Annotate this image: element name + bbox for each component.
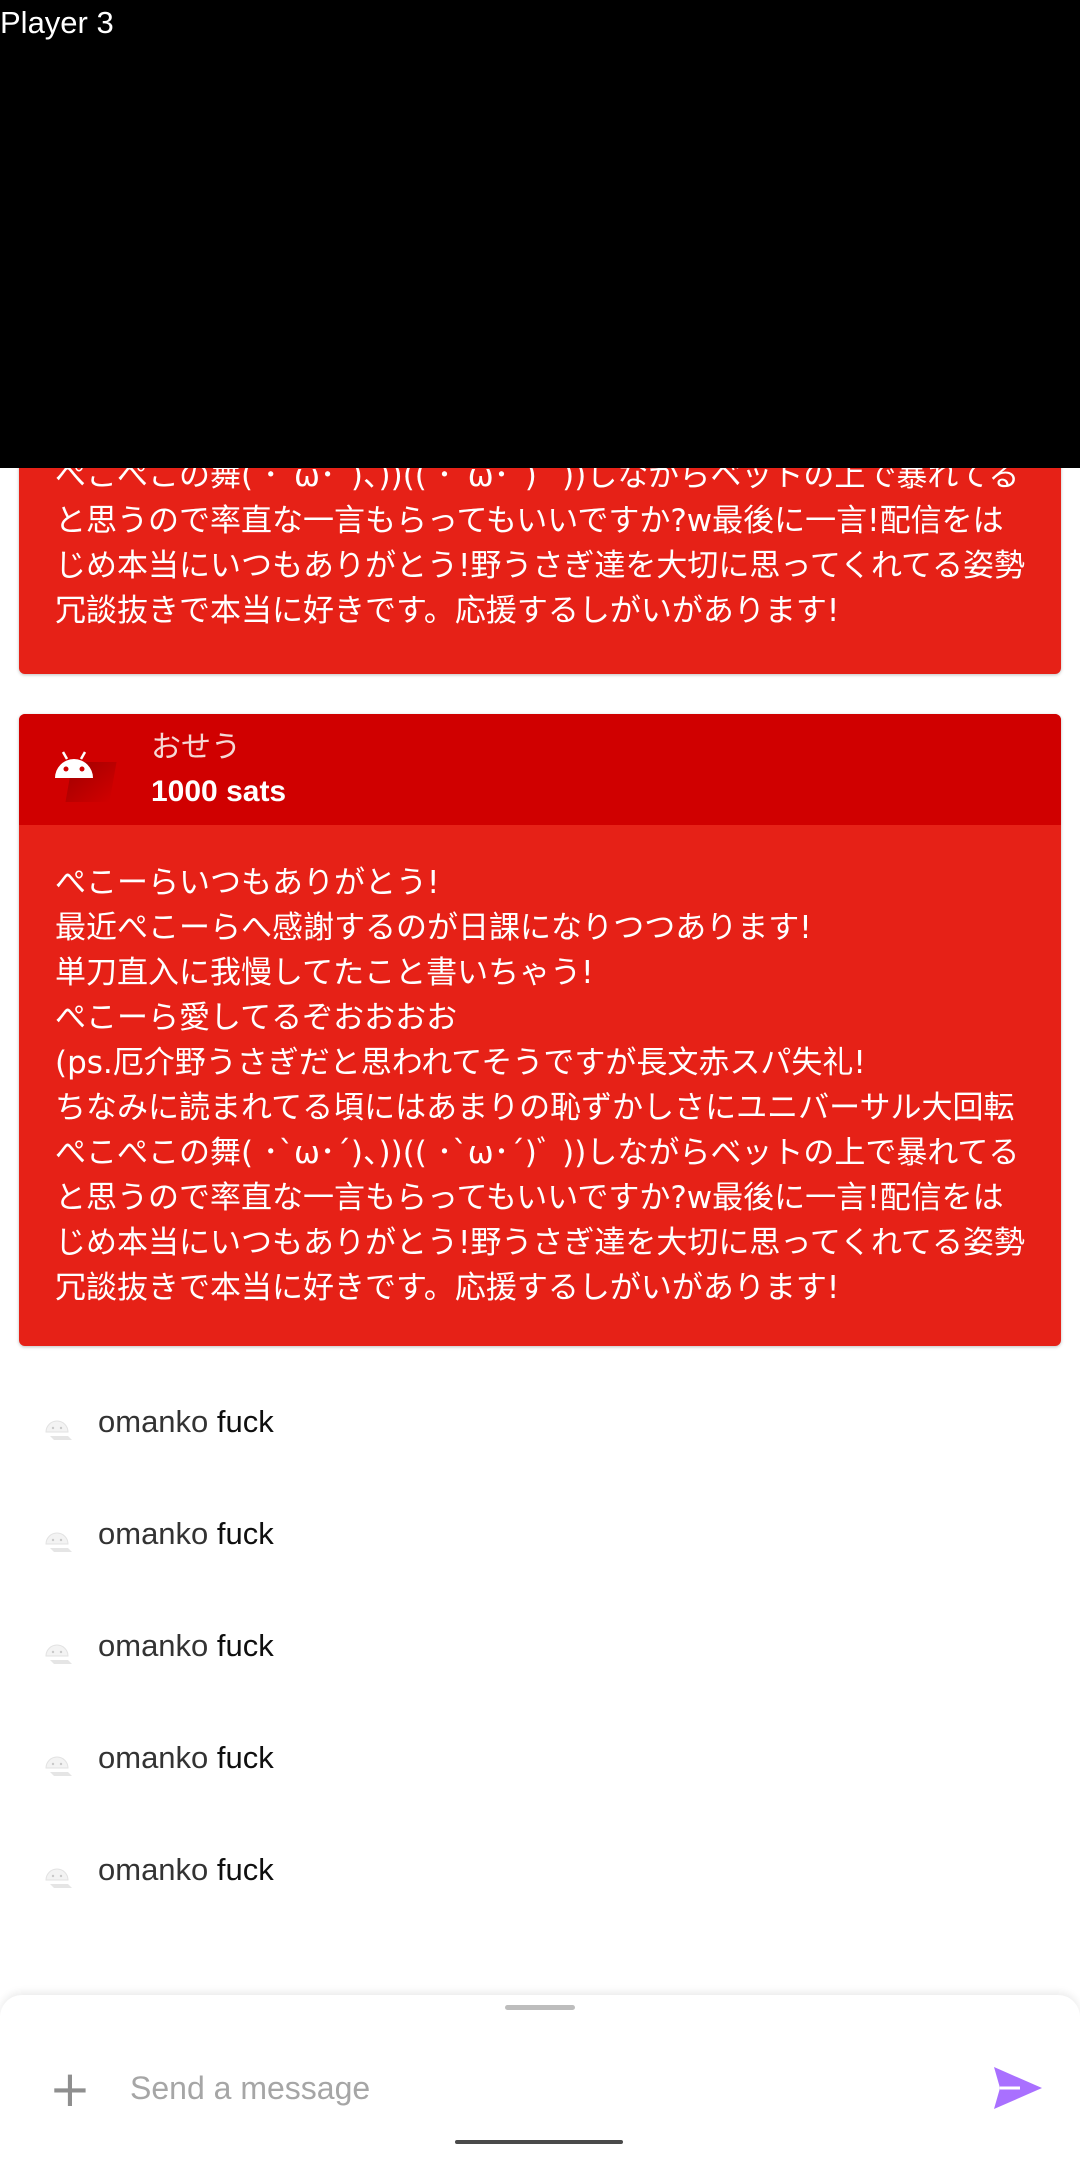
plus-icon[interactable]: + bbox=[44, 2063, 96, 2115]
video-player[interactable]: Player 3 bbox=[0, 0, 1080, 468]
send-icon[interactable] bbox=[990, 2063, 1046, 2113]
android-icon bbox=[45, 1532, 72, 1552]
android-icon bbox=[45, 1420, 72, 1440]
chat-author: omanko bbox=[98, 1740, 209, 1775]
superchat-amount: 1000 sats bbox=[151, 775, 287, 808]
chat-message: omanko fuck bbox=[0, 1394, 1080, 1454]
superchat-card: おせう 1000 sats ぺこーらいつもありがとう! 最近ぺこーらへ感謝するの… bbox=[19, 714, 1061, 1346]
chat-message-text: fuck bbox=[216, 1852, 274, 1887]
chat-message: omanko fuck bbox=[0, 1730, 1080, 1790]
android-icon bbox=[45, 1644, 72, 1664]
android-icon bbox=[45, 1756, 72, 1776]
android-icon bbox=[51, 744, 117, 802]
chat-author: omanko bbox=[98, 1516, 209, 1551]
drag-handle[interactable] bbox=[505, 2005, 575, 2010]
superchat-header: おせう 1000 sats bbox=[19, 714, 1061, 825]
player-label: Player 3 bbox=[0, 5, 114, 40]
chat-author: omanko bbox=[98, 1852, 209, 1887]
home-indicator[interactable] bbox=[455, 2140, 623, 2144]
chat-message-text: fuck bbox=[216, 1516, 274, 1551]
chat-author: omanko bbox=[98, 1404, 209, 1439]
chat-message-text: fuck bbox=[216, 1740, 274, 1775]
android-icon bbox=[45, 1868, 72, 1888]
chat-message-text: fuck bbox=[216, 1628, 274, 1663]
superchat-message: ぺこーらいつもありがとう! 最近ぺこーらへ感謝するのが日課になりつつあります! … bbox=[55, 865, 1026, 1306]
message-composer: + bbox=[0, 1995, 1080, 2160]
superchat-message: ぺこぺこの舞( ･`ω･´)、))(( ･`ω･´)ﾞ ))しながらベットの上で… bbox=[55, 458, 1026, 629]
chat-author: omanko bbox=[98, 1628, 209, 1663]
message-input[interactable] bbox=[118, 2059, 958, 2117]
chat-message-text: fuck bbox=[216, 1404, 274, 1439]
superchat-author: おせう bbox=[151, 730, 241, 765]
chat-message: omanko fuck bbox=[0, 1842, 1080, 1902]
chat-message: omanko fuck bbox=[0, 1506, 1080, 1566]
chat-message: omanko fuck bbox=[0, 1618, 1080, 1678]
